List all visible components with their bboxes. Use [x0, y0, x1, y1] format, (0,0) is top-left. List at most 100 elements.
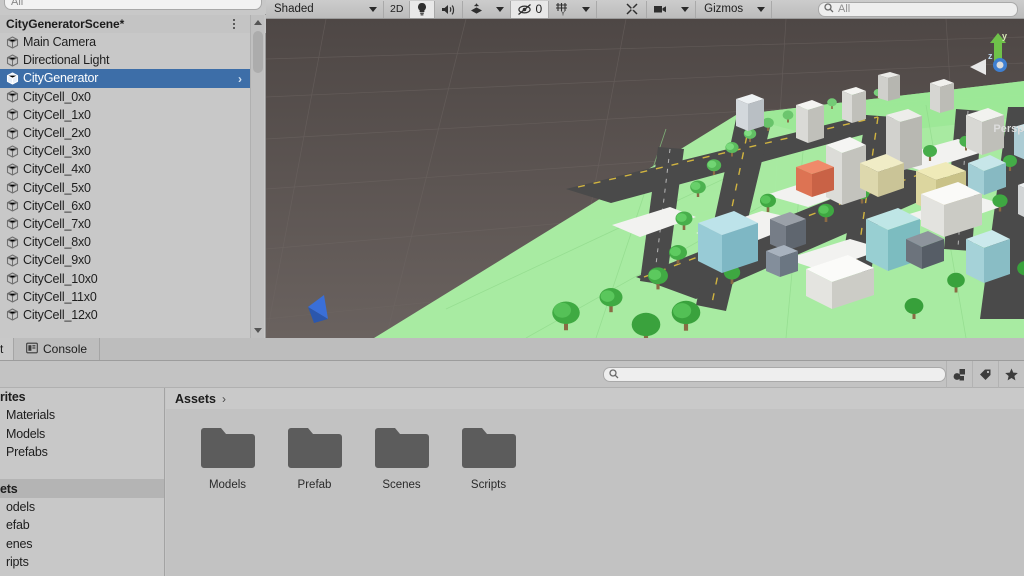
project-tree-row[interactable]: Materials — [0, 406, 164, 424]
scroll-down-arrow-icon[interactable] — [254, 328, 262, 333]
asset-grid[interactable]: Models Prefab Scenes Scripts — [166, 409, 1024, 576]
breadcrumb[interactable]: Assets › — [166, 388, 1024, 409]
more-options-icon[interactable] — [228, 17, 240, 31]
scene-tools-button[interactable] — [619, 0, 648, 18]
gameobject-cube-icon — [6, 72, 19, 85]
hierarchy-panel: All CityGeneratorScene* Main Camera Direc… — [0, 0, 266, 338]
hierarchy-scrollbar[interactable] — [250, 15, 264, 338]
hierarchy-row[interactable]: CityCell_12x0 — [0, 306, 250, 324]
dock-tab-label: Console — [43, 342, 88, 356]
scrollbar-thumb[interactable] — [253, 31, 263, 73]
hierarchy-row-label: CityCell_3x0 — [23, 144, 91, 159]
hierarchy-row[interactable]: Main Camera — [0, 33, 250, 51]
project-tree-row[interactable]: efab — [0, 516, 164, 534]
folder-icon — [460, 425, 518, 473]
grid-dropdown-button[interactable] — [576, 0, 598, 18]
scroll-up-arrow-icon[interactable] — [254, 20, 262, 25]
hierarchy-row[interactable]: CityCell_5x0 — [0, 179, 250, 197]
hierarchy-row[interactable]: CityCell_11x0 — [0, 288, 250, 306]
hierarchy-row[interactable]: CityCell_0x0 — [0, 88, 250, 106]
project-tree-row[interactable] — [0, 461, 164, 479]
fx-dropdown-button[interactable] — [490, 0, 512, 18]
project-tree-row[interactable]: rites — [0, 388, 164, 406]
packages-filter-icon[interactable] — [946, 360, 972, 388]
projection-mode-label[interactable]: Persp — [993, 123, 1024, 135]
project-tree-label: ets — [0, 481, 18, 496]
hierarchy-row[interactable]: CityCell_1x0 — [0, 106, 250, 124]
asset-label: Prefab — [297, 479, 332, 491]
project-folder-tree[interactable]: rites Materials Models Prefabs ets odels efab e… — [0, 388, 165, 576]
scene-orientation-gizmo[interactable]: y z — [968, 31, 1024, 95]
project-tree-row[interactable]: Models — [0, 425, 164, 443]
breadcrumb-root[interactable]: Assets — [175, 392, 216, 406]
2d-toggle-button[interactable]: 2D — [384, 0, 411, 18]
hierarchy-row[interactable]: CityCell_7x0 — [0, 215, 250, 233]
project-panel: rites Materials Models Prefabs ets odels efab e… — [0, 360, 1024, 576]
favorite-star-icon[interactable] — [998, 360, 1024, 388]
gizmos-label: Gizmos — [704, 3, 744, 15]
gameobject-cube-icon — [6, 290, 19, 303]
hierarchy-search-input[interactable]: All — [4, 0, 262, 10]
gizmos-button[interactable]: Gizmos — [696, 1, 751, 18]
project-tree-row[interactable]: ripts — [0, 553, 164, 571]
project-search-input[interactable] — [603, 367, 946, 382]
hierarchy-row[interactable]: CityCell_9x0 — [0, 251, 250, 269]
hierarchy-row[interactable]: CityCell_3x0 — [0, 142, 250, 160]
gameobject-cube-icon — [6, 254, 19, 267]
gameobject-cube-icon — [6, 217, 19, 231]
audio-toggle-button[interactable] — [435, 0, 464, 18]
grid-snap-button[interactable]: Y — [549, 1, 576, 18]
draw-mode-dropdown[interactable]: Shaded — [266, 0, 384, 18]
bottom-dock-tabs[interactable]: t Console — [0, 338, 1024, 361]
project-tree-row[interactable]: ets — [0, 479, 164, 498]
project-tree-label: odels — [6, 499, 35, 514]
hierarchy-row-label: CityGenerator — [23, 71, 99, 86]
gameobject-cube-icon — [6, 272, 19, 285]
chevron-right-icon[interactable]: › — [238, 72, 242, 86]
hierarchy-row-label: CityCell_4x0 — [23, 162, 91, 177]
scene-search-input[interactable]: All — [818, 0, 1018, 18]
label-filter-icon[interactable] — [972, 360, 998, 388]
project-tree-row[interactable]: odels — [0, 498, 164, 516]
lighting-toggle-button[interactable] — [410, 0, 436, 18]
hierarchy-row-label: CityCell_6x0 — [23, 198, 91, 213]
project-tree-row[interactable]: enes — [0, 534, 164, 552]
hierarchy-row-label: CityCell_0x0 — [23, 89, 91, 104]
hierarchy-row[interactable]: CityCell_6x0 — [0, 197, 250, 215]
folder-icon — [373, 425, 431, 473]
gizmo-y-label: y — [1002, 31, 1008, 41]
project-tree-label: Materials — [6, 408, 55, 423]
hierarchy-scene-row[interactable]: CityGeneratorScene* — [0, 15, 266, 33]
gameobject-cube-icon — [6, 108, 19, 121]
gameobject-cube-icon — [6, 236, 19, 249]
asset-item[interactable]: Models — [194, 425, 261, 491]
hierarchy-row-label: CityCell_9x0 — [23, 253, 91, 268]
scene-camera-dropdown[interactable] — [675, 0, 697, 18]
project-tree-row[interactable]: Prefabs — [0, 443, 164, 461]
project-tree-row[interactable]: ages — [0, 571, 164, 576]
gizmos-dropdown[interactable] — [751, 0, 773, 18]
hierarchy-row[interactable]: CityCell_10x0 — [0, 269, 250, 287]
hierarchy-row-label: Main Camera — [23, 35, 96, 50]
hidden-objects-button[interactable]: 0 — [511, 0, 550, 18]
hierarchy-row[interactable]: CityGenerator › — [0, 69, 250, 88]
chevron-right-icon: › — [222, 391, 226, 406]
hierarchy-row[interactable]: CityCell_4x0 — [0, 160, 250, 178]
asset-item[interactable]: Scripts — [455, 425, 522, 491]
hierarchy-row[interactable]: CityCell_2x0 — [0, 124, 250, 142]
dock-tab[interactable]: t — [0, 338, 14, 360]
asset-item[interactable]: Scenes — [368, 425, 435, 491]
console-icon — [26, 342, 38, 357]
search-icon — [609, 366, 619, 384]
scene-camera-button[interactable] — [647, 1, 675, 18]
gameobject-cube-icon — [6, 163, 19, 176]
search-icon — [824, 0, 834, 18]
hierarchy-row[interactable]: Directional Light — [0, 51, 250, 69]
scene-tools-icon — [625, 2, 640, 16]
hierarchy-row[interactable]: CityCell_8x0 — [0, 233, 250, 251]
hierarchy-list[interactable]: Main Camera Directional Light CityGenerato… — [0, 33, 250, 338]
scene-view[interactable]: y z Persp — [266, 19, 1024, 338]
dock-tab[interactable]: Console — [14, 338, 101, 360]
fx-toggle-button[interactable] — [463, 1, 490, 18]
asset-item[interactable]: Prefab — [281, 425, 348, 491]
